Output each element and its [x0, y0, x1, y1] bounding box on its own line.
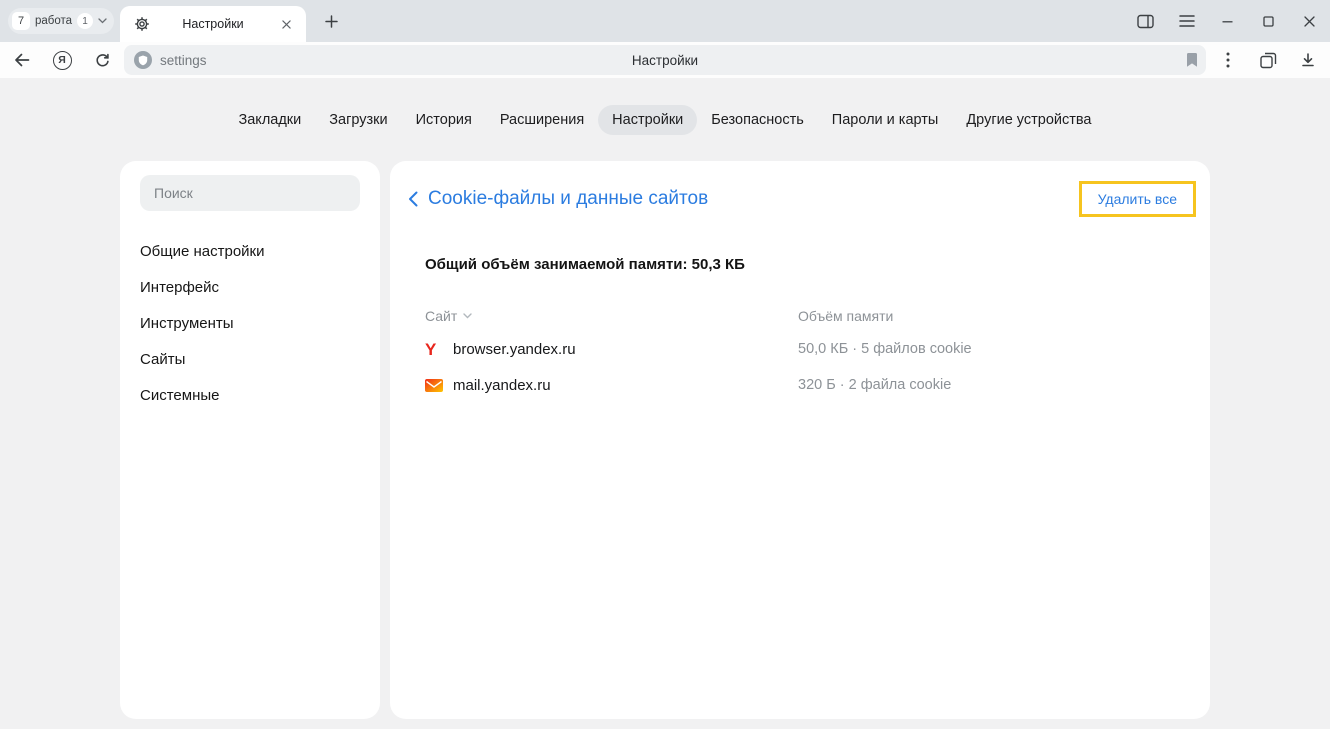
chevron-down-icon[interactable]	[98, 18, 107, 24]
bookmark-icon[interactable]	[1186, 53, 1198, 68]
new-tab-button[interactable]	[318, 8, 344, 34]
reload-icon[interactable]	[84, 45, 120, 75]
minimize-button[interactable]	[1207, 0, 1248, 42]
browser-window: 7 работа 1 Настройки	[0, 0, 1330, 729]
address-bar: Я settings Настройки	[0, 42, 1330, 78]
highlight-annotation-box: Удалить все	[1079, 181, 1196, 217]
gear-icon	[134, 16, 150, 32]
nav-item-extensions[interactable]: Расширения	[486, 105, 598, 135]
site-size: 50,0 КБ · 5 файлов cookie	[798, 341, 1196, 357]
sidebar-item-interface[interactable]: Интерфейс	[120, 269, 380, 305]
site-name: browser.yandex.ru	[453, 341, 576, 358]
site-size: 320 Б · 2 файла cookie	[798, 377, 1196, 393]
site-name: mail.yandex.ru	[453, 377, 551, 394]
nav-item-security[interactable]: Безопасность	[697, 105, 818, 135]
page-title-in-omnibox: Настройки	[632, 53, 698, 68]
url-text: settings	[160, 53, 207, 68]
tab-group-chip[interactable]: 7 работа 1	[8, 8, 114, 34]
tabs-collections-icon[interactable]	[1250, 45, 1286, 75]
cards-row: Общие настройки Интерфейс Инструменты Са…	[0, 161, 1330, 719]
back-chevron-icon[interactable]	[408, 191, 418, 207]
address-field[interactable]: settings Настройки	[124, 45, 1206, 75]
sort-chevron-icon	[463, 313, 472, 319]
window-controls	[1125, 0, 1330, 42]
nav-item-settings[interactable]: Настройки	[598, 105, 697, 135]
total-memory-label: Общий объём занимаемой памяти: 50,3 КБ	[425, 256, 1196, 273]
nav-item-devices[interactable]: Другие устройства	[952, 105, 1105, 135]
menu-hamburger-icon[interactable]	[1166, 0, 1207, 42]
yandex-mail-favicon	[425, 379, 453, 392]
tab-close-icon[interactable]	[276, 14, 296, 34]
table-row[interactable]: Y browser.yandex.ru 50,0 КБ · 5 файлов c…	[425, 331, 1196, 367]
nav-item-downloads[interactable]: Загрузки	[315, 105, 401, 135]
nav-item-passwords[interactable]: Пароли и карты	[818, 105, 953, 135]
tab-bar: 7 работа 1 Настройки	[0, 0, 1330, 42]
nav-item-history[interactable]: История	[402, 105, 486, 135]
side-panel-toggle-icon[interactable]	[1125, 0, 1166, 42]
tab-group-number-badge: 7	[12, 12, 30, 30]
delete-all-button[interactable]: Удалить все	[1082, 184, 1193, 214]
site-header-label: Сайт	[425, 308, 457, 324]
tab-title: Настройки	[182, 17, 243, 31]
sidebar-section-list: Общие настройки Интерфейс Инструменты Са…	[120, 233, 380, 413]
sidebar-item-general[interactable]: Общие настройки	[120, 233, 380, 269]
tab-group-label: работа	[35, 15, 72, 27]
maximize-button[interactable]	[1248, 0, 1289, 42]
yandex-browser-favicon: Y	[425, 341, 453, 358]
site-column-header[interactable]: Сайт	[425, 308, 798, 324]
nav-item-bookmarks[interactable]: Закладки	[224, 105, 315, 135]
settings-sidebar: Общие настройки Интерфейс Инструменты Са…	[120, 161, 380, 719]
settings-page: Закладки Загрузки История Расширения Нас…	[0, 78, 1330, 729]
downloads-icon[interactable]	[1290, 45, 1326, 75]
tab-settings[interactable]: Настройки	[120, 6, 306, 42]
sidebar-item-sites[interactable]: Сайты	[120, 341, 380, 377]
page-title: Cookie-файлы и данные сайтов	[428, 188, 708, 210]
sidebar-item-system[interactable]: Системные	[120, 377, 380, 413]
search-input[interactable]	[140, 175, 360, 211]
table-row[interactable]: mail.yandex.ru 320 Б · 2 файла cookie	[425, 367, 1196, 403]
yandex-profile-icon[interactable]: Я	[44, 45, 80, 75]
settings-top-nav: Закладки Загрузки История Расширения Нас…	[0, 105, 1330, 135]
back-icon[interactable]	[4, 45, 40, 75]
tab-group-collapsed-count: 1	[77, 13, 93, 29]
close-window-button[interactable]	[1289, 0, 1330, 42]
sidebar-item-tools[interactable]: Инструменты	[120, 305, 380, 341]
size-column-header: Объём памяти	[798, 308, 1196, 324]
site-protection-shield-icon[interactable]	[134, 51, 152, 69]
cookie-settings-panel: Cookie-файлы и данные сайтов Удалить все…	[390, 161, 1210, 719]
cookie-sites-table: Сайт Объём памяти Y browser.yandex.ru 5	[425, 301, 1196, 403]
more-options-dots-icon[interactable]	[1210, 45, 1246, 75]
